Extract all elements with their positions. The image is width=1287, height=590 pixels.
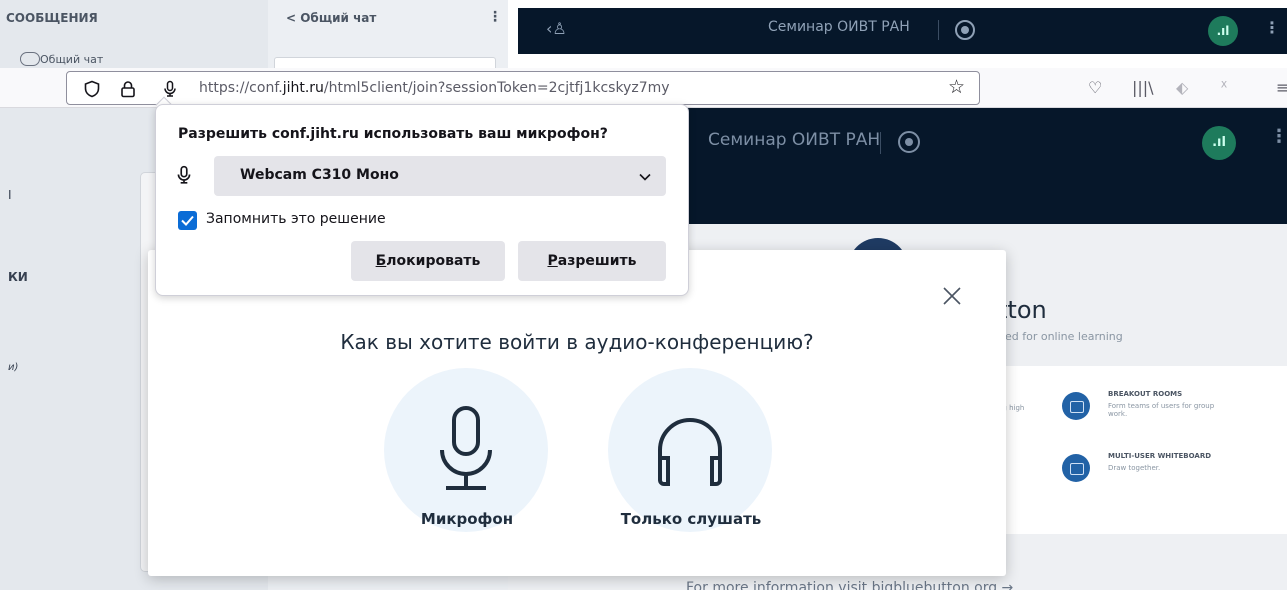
- screen: СООБЩЕНИЯ Общий чат I КИ и) < Общий чат …: [0, 0, 1287, 590]
- more-info-link[interactable]: For more information visit bigbluebutton…: [686, 580, 1013, 590]
- chat-menu-icon[interactable]: ⋮: [488, 9, 502, 25]
- chat-back-button[interactable]: < Общий чат: [286, 11, 376, 25]
- sidebar-fragment: и): [8, 362, 19, 373]
- top-bar-menu-icon[interactable]: ⋮: [1264, 18, 1280, 37]
- headphones-icon: [658, 418, 722, 486]
- listen-only-option[interactable]: Только слушать: [586, 368, 776, 538]
- browser-toolbar: https://conf.jiht.ru/html5client/join?se…: [0, 68, 1287, 108]
- chevron-down-icon: [639, 173, 651, 181]
- features-card: ng high G n. BREAKOUT ROOMS Form teams o…: [998, 366, 1287, 534]
- sidebar-fragment: КИ: [8, 270, 28, 284]
- extension-icon[interactable]: ᕁ: [1220, 78, 1228, 97]
- breakout-rooms-icon: [1062, 392, 1090, 420]
- listen-only-option-label[interactable]: Только слушать: [586, 510, 796, 528]
- main-header-menu-icon[interactable]: ⋮: [1270, 126, 1287, 147]
- connection-signal-icon[interactable]: .ıl: [1202, 126, 1236, 160]
- bookmark-star-icon[interactable]: ☆: [948, 76, 965, 98]
- library-icon[interactable]: |||\: [1132, 78, 1154, 97]
- menu-icon[interactable]: ≡: [1276, 78, 1287, 97]
- device-select-value: Webcam C310 Моно: [240, 167, 399, 183]
- lock-icon[interactable]: [119, 80, 137, 98]
- divider: [938, 20, 939, 40]
- microphone-option[interactable]: Микрофон: [362, 368, 552, 538]
- shield-icon[interactable]: [83, 80, 101, 98]
- modal-title: Как вы хотите войти в аудио-конференцию?: [340, 330, 814, 354]
- feature-desc: Draw together.: [1108, 464, 1161, 472]
- url-field[interactable]: https://conf.jiht.ru/html5client/join?se…: [66, 71, 980, 105]
- feature-title: MULTI-USER WHITEBOARD: [1108, 452, 1212, 460]
- check-icon: [181, 215, 194, 226]
- chat-bubble-icon: [20, 52, 40, 66]
- main-header-title: Семинар ОИВТ РАН: [708, 130, 881, 150]
- pocket-icon[interactable]: ♡: [1088, 78, 1102, 97]
- welcome-subtitle: ned for online learning: [998, 330, 1123, 343]
- block-button[interactable]: Блокировать: [351, 241, 505, 281]
- top-bar: ‹♙ Семинар ОИВТ РАН .ıl ⋮: [518, 8, 1287, 54]
- listen-only-option-circle[interactable]: [608, 368, 772, 532]
- sidebar-fragment: I: [8, 188, 12, 202]
- sidebar-item-public-chat[interactable]: Общий чат: [40, 53, 103, 66]
- record-icon[interactable]: [898, 131, 920, 153]
- feature-desc: Form teams of users for group work.: [1108, 402, 1215, 418]
- permission-question: Разрешить conf.jiht.ru использовать ваш …: [178, 126, 608, 142]
- audio-modal: Как вы хотите войти в аудио-конференцию?…: [148, 250, 1006, 576]
- microphone-icon: [177, 165, 191, 184]
- device-select[interactable]: Webcam C310 Моно: [214, 156, 666, 196]
- remember-checkbox[interactable]: [178, 211, 197, 230]
- microphone-option-label[interactable]: Микрофон: [362, 510, 572, 528]
- sidebar-title: СООБЩЕНИЯ: [6, 11, 98, 25]
- url-text: https://conf.jiht.ru/html5client/join?se…: [199, 80, 670, 96]
- close-icon[interactable]: [940, 284, 964, 308]
- extension-icon[interactable]: ⬖: [1176, 78, 1188, 97]
- divider: [880, 132, 881, 154]
- connection-signal-icon[interactable]: .ıl: [1208, 16, 1238, 46]
- microphone-option-circle[interactable]: [384, 368, 548, 532]
- microphone-icon: [440, 406, 492, 490]
- whiteboard-icon: [1062, 454, 1090, 482]
- permission-popup: Разрешить conf.jiht.ru использовать ваш …: [155, 104, 689, 296]
- record-icon[interactable]: [955, 20, 975, 40]
- allow-button[interactable]: Разрешить: [518, 241, 666, 281]
- feature-title: BREAKOUT ROOMS: [1108, 390, 1183, 398]
- top-bar-title: Семинар ОИВТ РАН: [768, 19, 910, 35]
- remember-label[interactable]: Запомнить это решение: [206, 211, 386, 227]
- user-list-icon[interactable]: ‹♙: [546, 19, 567, 38]
